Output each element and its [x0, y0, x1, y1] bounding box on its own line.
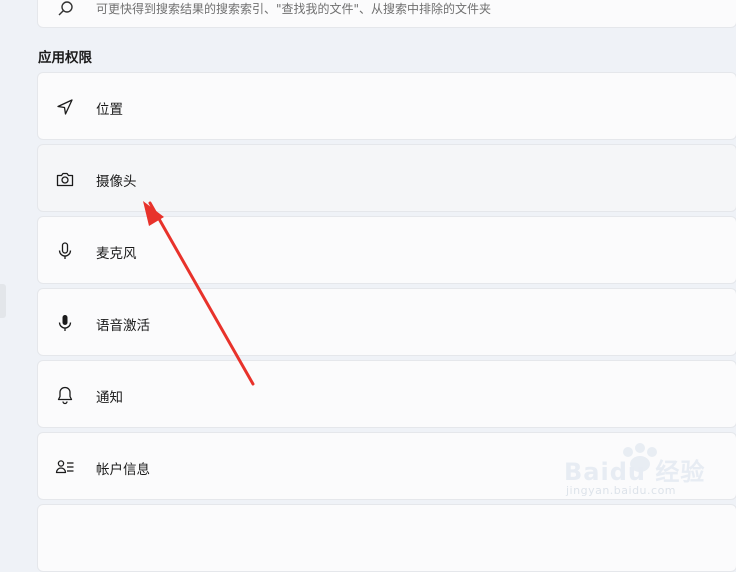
watermark-brand: Baidu 经验: [564, 458, 706, 486]
watermark-url: jingyan.baidu.com: [566, 484, 677, 497]
